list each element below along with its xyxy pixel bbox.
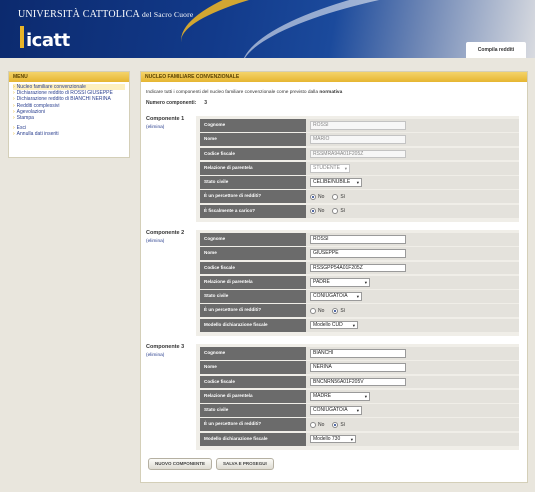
stato-label: Stato civile bbox=[200, 176, 306, 189]
side-menu: MENU › Nucleo familiare convenzionale › Di… bbox=[8, 71, 130, 158]
carico-si-radio[interactable]: Sì bbox=[332, 208, 345, 215]
nome-field[interactable]: MARIO bbox=[310, 135, 406, 144]
tab-compila-redditi[interactable]: Compila redditi bbox=[466, 42, 526, 58]
cognome-label: Cognome bbox=[200, 347, 306, 360]
relazione-select[interactable]: PADRE ▾ bbox=[310, 278, 370, 287]
carico-label: È fiscalmente a carico? bbox=[200, 204, 306, 218]
modello-label: Modello dichiarazione fiscale bbox=[200, 432, 306, 446]
relazione-label: Relazione di parentela bbox=[200, 275, 306, 289]
nome-label: Nome bbox=[200, 247, 306, 261]
logo-text: icatt bbox=[26, 30, 70, 51]
chevron-down-icon: ▾ bbox=[356, 408, 359, 414]
component-title: Componente 1 bbox=[146, 116, 185, 122]
nome-field[interactable]: GIUSEPPE bbox=[310, 249, 406, 258]
elimina-link[interactable]: (elimina) bbox=[146, 239, 164, 244]
intro-text: Indicare tutti i componenti del nucleo f… bbox=[146, 90, 343, 95]
menu-title: MENU bbox=[9, 72, 129, 82]
percettore-si-radio[interactable]: Sì bbox=[332, 421, 345, 428]
chevron-down-icon: ▾ bbox=[356, 294, 359, 300]
cf-label: Codice fiscale bbox=[200, 375, 306, 389]
nuovo-componente-button[interactable]: NUOVO COMPONENTE bbox=[148, 458, 213, 470]
percettore-no-radio[interactable]: No bbox=[310, 193, 324, 200]
chevron-down-icon: ▾ bbox=[352, 322, 355, 328]
stato-label: Stato civile bbox=[200, 290, 306, 303]
relazione-label: Relazione di parentela bbox=[200, 161, 306, 175]
stato-civile-select[interactable]: CONIUGATO/A ▾ bbox=[310, 406, 362, 415]
relazione-label: Relazione di parentela bbox=[200, 389, 306, 403]
codice-fiscale-field[interactable]: RSSMRA94A01F205Z bbox=[310, 149, 406, 159]
chevron-down-icon: ▾ bbox=[344, 166, 347, 172]
nome-field[interactable]: NERINA bbox=[310, 363, 406, 372]
codice-fiscale-field[interactable]: BNCNRN56A01F205V bbox=[310, 377, 406, 387]
stato-civile-select[interactable]: CELIBE/NUBILE ▾ bbox=[310, 178, 362, 187]
modello-select[interactable]: Modello 730 ▾ bbox=[310, 434, 356, 444]
percettore-label: È un percettore di redditi? bbox=[200, 418, 306, 432]
stato-civile-select[interactable]: CONIUGATO/A ▾ bbox=[310, 292, 362, 301]
menu-item-annulla[interactable]: › Annulla dati inseriti bbox=[13, 131, 125, 137]
elimina-link[interactable]: (elimina) bbox=[146, 125, 164, 130]
site-header: UNIVERSITÀ CATTOLICA del Sacro Cuore ica… bbox=[0, 0, 535, 58]
nome-label: Nome bbox=[200, 361, 306, 375]
carico-no-radio[interactable]: No bbox=[310, 208, 324, 215]
numero-componenti: Numero componenti: 3 bbox=[146, 100, 208, 106]
cognome-field[interactable]: BIANCHI bbox=[310, 349, 406, 358]
cf-label: Codice fiscale bbox=[200, 261, 306, 275]
cognome-label: Cognome bbox=[200, 233, 306, 246]
cognome-field[interactable]: ROSSI bbox=[310, 121, 406, 130]
icatt-logo: icatt bbox=[20, 26, 70, 51]
page-title: NUCLEO FAMILIARE CONVENZIONALE bbox=[141, 72, 527, 82]
codice-fiscale-field[interactable]: RSSGPP54A01F205Z bbox=[310, 263, 406, 273]
university-subtitle: del Sacro Cuore bbox=[142, 10, 194, 19]
university-title: UNIVERSITÀ CATTOLICA bbox=[18, 9, 140, 20]
elimina-link[interactable]: (elimina) bbox=[146, 353, 164, 358]
cognome-field[interactable]: ROSSI bbox=[310, 235, 406, 244]
percettore-no-radio[interactable]: No bbox=[310, 307, 324, 314]
percettore-si-radio[interactable]: Sì bbox=[332, 193, 345, 200]
menu-item-stampa[interactable]: › Stampa bbox=[13, 115, 125, 121]
cognome-label: Cognome bbox=[200, 119, 306, 132]
modello-select[interactable]: Modello CUD ▾ bbox=[310, 320, 358, 330]
percettore-si-radio[interactable]: Sì bbox=[332, 307, 345, 314]
cf-label: Codice fiscale bbox=[200, 147, 306, 161]
relazione-select[interactable]: MADRE ▾ bbox=[310, 392, 370, 401]
chevron-down-icon: ▾ bbox=[356, 180, 359, 186]
component-title: Componente 3 bbox=[146, 344, 185, 350]
nome-label: Nome bbox=[200, 133, 306, 147]
percettore-no-radio[interactable]: No bbox=[310, 421, 324, 428]
main-panel: NUCLEO FAMILIARE CONVENZIONALE Indicare … bbox=[140, 71, 528, 483]
stato-label: Stato civile bbox=[200, 404, 306, 417]
modello-label: Modello dichiarazione fiscale bbox=[200, 318, 306, 332]
university-name: UNIVERSITÀ CATTOLICA del Sacro Cuore bbox=[18, 9, 193, 20]
salva-prosegui-button[interactable]: SALVA E PROSEGUI bbox=[216, 458, 274, 470]
chevron-down-icon: ▾ bbox=[364, 280, 367, 286]
percettore-label: È un percettore di redditi? bbox=[200, 304, 306, 318]
chevron-down-icon: ▾ bbox=[350, 436, 353, 442]
percettore-label: È un percettore di redditi? bbox=[200, 190, 306, 204]
relazione-select[interactable]: STUDENTE ▾ bbox=[310, 164, 350, 173]
component-title: Componente 2 bbox=[146, 230, 185, 236]
form-actions: NUOVO COMPONENTE SALVA E PROSEGUI bbox=[148, 458, 274, 470]
chevron-down-icon: ▾ bbox=[364, 394, 367, 400]
